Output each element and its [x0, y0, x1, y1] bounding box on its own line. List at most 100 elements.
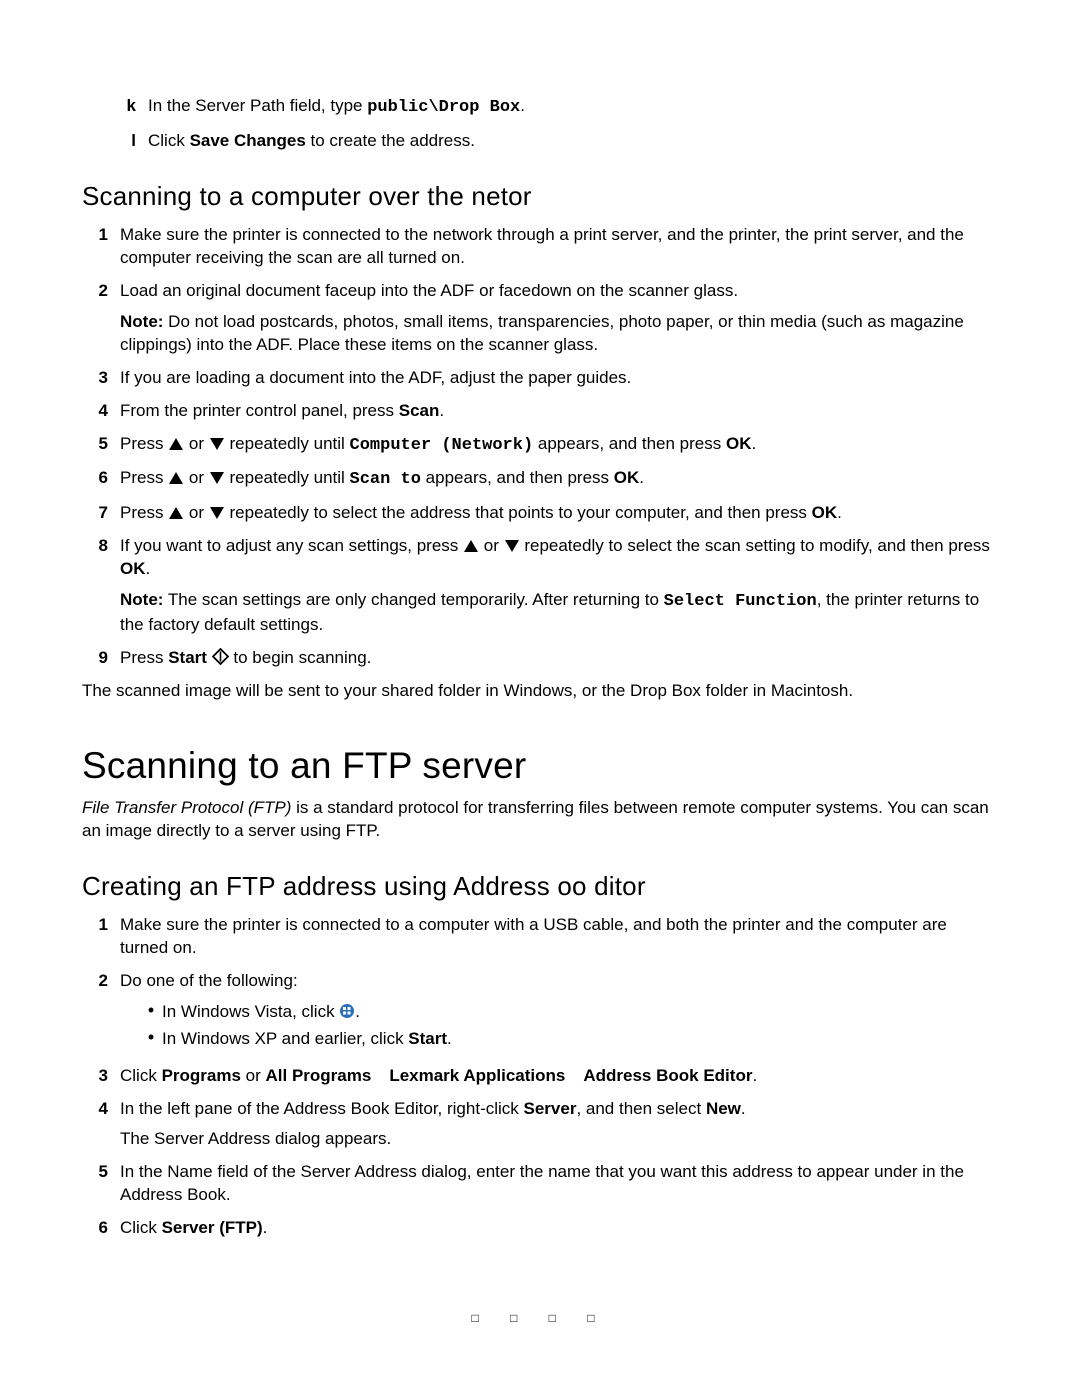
arrow-up-icon — [168, 437, 184, 451]
numbered-list: 1 Make sure the printer is connected to … — [82, 224, 998, 670]
bold-text: Server (FTP) — [162, 1218, 263, 1237]
text: . — [146, 559, 151, 578]
bold-text: New — [706, 1099, 741, 1118]
text: to begin scanning. — [233, 648, 371, 667]
text: . — [520, 96, 525, 115]
text: Do one of the following: — [120, 970, 998, 993]
note-label: Note: — [120, 312, 163, 331]
list-body: Press or repeatedly until Scan to appear… — [120, 467, 998, 492]
text: repeatedly until — [230, 468, 350, 487]
list-body: In the Server Path field, type public\Dr… — [148, 95, 998, 120]
text: . — [741, 1099, 746, 1118]
code-text: Select Function — [664, 592, 817, 611]
text: In the Name field of the Server Address … — [120, 1161, 998, 1207]
list-body: Press or repeatedly until Computer (Netw… — [120, 433, 998, 458]
list-body: Press or repeatedly to select the addres… — [120, 502, 998, 525]
text: In the Server Path field, type — [148, 96, 367, 115]
list-item: 6 Click Server (FTP). — [82, 1217, 998, 1240]
list-item: 3 Click Programs or All ProgramsLexmark … — [82, 1065, 998, 1088]
list-body: In the left pane of the Address Book Edi… — [120, 1098, 998, 1152]
windows-logo-icon — [339, 1003, 355, 1019]
note-label: Note: — [120, 590, 163, 609]
text: repeatedly to select the address that po… — [230, 503, 812, 522]
text: Press — [120, 434, 168, 453]
text: In Windows XP and earlier, click — [162, 1029, 408, 1048]
list-item: 5 Press or repeatedly until Computer (Ne… — [82, 433, 998, 458]
text: . — [752, 1066, 757, 1085]
text: Make sure the printer is connected to th… — [120, 224, 998, 270]
list-marker: 7 — [82, 502, 120, 525]
paragraph: File Transfer Protocol (FTP) is a standa… — [82, 797, 998, 843]
text: Make sure the printer is connected to a … — [120, 914, 998, 960]
text: repeatedly until — [230, 434, 350, 453]
list-item: 5 In the Name field of the Server Addres… — [82, 1161, 998, 1207]
text: to create the address. — [306, 131, 475, 150]
section-subheading: Creating an FTP address using Address oo… — [82, 869, 998, 904]
bold-text: Save Changes — [190, 131, 306, 150]
code-text: Scan to — [350, 470, 421, 489]
bold-text: Address Book Editor — [583, 1066, 752, 1085]
text: Press — [120, 468, 168, 487]
text: Click — [148, 131, 190, 150]
list-marker: 5 — [82, 1161, 120, 1184]
note-text: Do not load postcards, photos, small ite… — [120, 312, 964, 354]
text: . — [751, 434, 756, 453]
list-item: • In Windows XP and earlier, click Start… — [140, 1028, 998, 1051]
text: or — [189, 434, 209, 453]
text: Press — [120, 648, 168, 667]
text: . — [355, 1002, 360, 1021]
list-marker: 9 — [82, 647, 120, 670]
bold-text: Programs — [162, 1066, 241, 1085]
arrow-down-icon — [209, 506, 225, 520]
text: In Windows Vista, click — [162, 1002, 339, 1021]
text: or — [484, 536, 504, 555]
list-marker: 5 — [82, 433, 120, 456]
bullet-icon: • — [140, 1028, 162, 1048]
text: Click — [120, 1066, 162, 1085]
text: From the printer control panel, press — [120, 401, 399, 420]
list-marker: l — [110, 130, 148, 153]
text: or — [189, 503, 209, 522]
list-item: 3 If you are loading a document into the… — [82, 367, 998, 390]
bold-text: Start — [408, 1029, 447, 1048]
text: If you want to adjust any scan settings,… — [120, 536, 463, 555]
note-text: The scan settings are only changed tempo… — [163, 590, 663, 609]
section-heading: Scanning to an FTP server — [82, 741, 998, 791]
list-marker: 1 — [82, 914, 120, 937]
list-marker: 1 — [82, 224, 120, 247]
list-item: l Click Save Changes to create the addre… — [110, 130, 998, 153]
list-body: In the Name field of the Server Address … — [120, 1161, 998, 1207]
list-item: 9 Press Start to begin scanning. — [82, 647, 998, 670]
text: Press — [120, 503, 168, 522]
list-item: k In the Server Path field, type public\… — [110, 95, 998, 120]
list-body: Make sure the printer is connected to a … — [120, 914, 998, 960]
italic-text: File Transfer Protocol (FTP) — [82, 798, 291, 817]
list-item: 1 Make sure the printer is connected to … — [82, 914, 998, 960]
bold-text: OK — [614, 468, 640, 487]
code-text: public\Drop Box — [367, 98, 520, 117]
list-marker: k — [110, 95, 148, 118]
text: or — [241, 1066, 266, 1085]
text: Click — [120, 1218, 162, 1237]
list-item: 4 From the printer control panel, press … — [82, 400, 998, 423]
list-body: Do one of the following: • In Windows Vi… — [120, 970, 998, 1055]
list-body: Click Server (FTP). — [120, 1217, 998, 1240]
start-diamond-icon — [212, 648, 229, 665]
text: . — [447, 1029, 452, 1048]
list-item: 1 Make sure the printer is connected to … — [82, 224, 998, 270]
list-marker: 6 — [82, 467, 120, 490]
bold-text: OK — [812, 503, 838, 522]
arrow-down-icon — [209, 437, 225, 451]
bullet-icon: • — [140, 1001, 162, 1021]
list-item: 2 Do one of the following: • In Windows … — [82, 970, 998, 1055]
list-item: 2 Load an original document faceup into … — [82, 280, 998, 357]
text: . — [639, 468, 644, 487]
text: If you are loading a document into the A… — [120, 367, 998, 390]
bold-text: OK — [120, 559, 146, 578]
text: Load an original document faceup into th… — [120, 280, 998, 303]
arrow-down-icon — [209, 471, 225, 485]
text: or — [189, 468, 209, 487]
bold-text: Start — [168, 648, 207, 667]
list-item: • In Windows Vista, click . — [140, 1001, 998, 1024]
list-marker: 3 — [82, 367, 120, 390]
